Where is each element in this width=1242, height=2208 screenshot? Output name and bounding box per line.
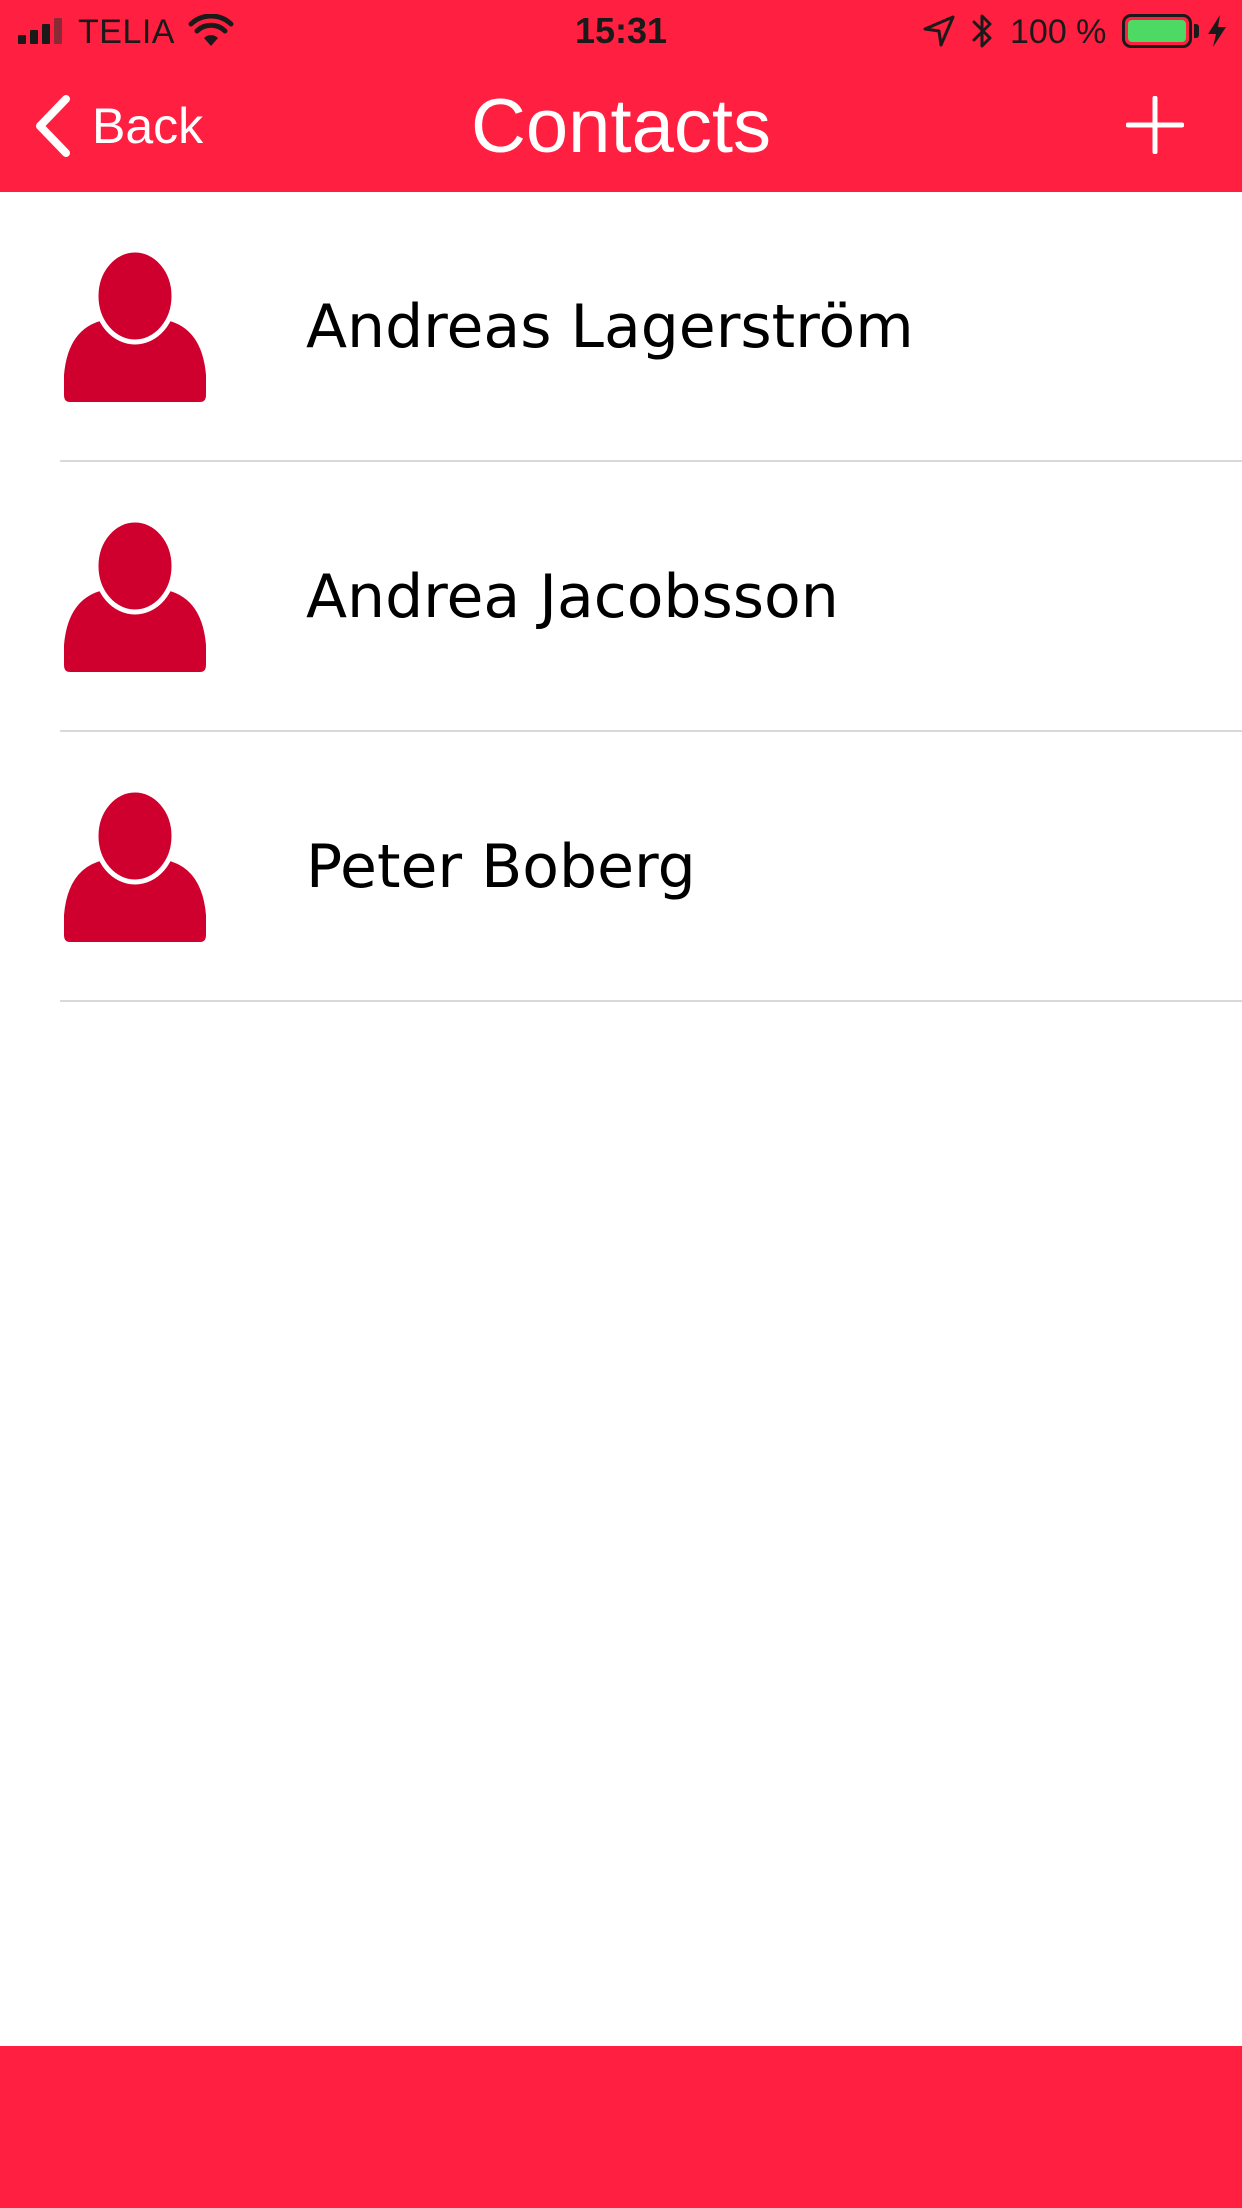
charging-bolt-icon	[1208, 15, 1226, 47]
battery-tip	[1194, 24, 1199, 38]
status-bar: TELIA 15:31 100 %	[0, 0, 1242, 60]
bluetooth-icon	[972, 14, 992, 48]
location-arrow-icon	[923, 15, 955, 47]
contact-name: Andreas Lagerström	[306, 292, 914, 362]
contact-row[interactable]: Andrea Jacobsson	[0, 462, 1242, 732]
person-icon	[64, 250, 206, 402]
battery-percent: 100 %	[1010, 13, 1107, 51]
plus-icon[interactable]	[1126, 96, 1184, 154]
battery-icon	[1122, 14, 1192, 48]
contact-row[interactable]: Peter Boberg	[0, 732, 1242, 1002]
contact-name: Peter Boberg	[306, 832, 696, 902]
person-icon	[64, 790, 206, 942]
app-header: TELIA 15:31 100 % Back Contacts	[0, 0, 1242, 192]
person-icon	[64, 520, 206, 672]
contact-name: Andrea Jacobsson	[306, 562, 839, 632]
contact-list: Andreas Lagerström Andrea Jacobsson Pete…	[0, 192, 1242, 1002]
bottom-bar	[0, 2046, 1242, 2208]
contact-row[interactable]: Andreas Lagerström	[0, 192, 1242, 462]
page-title: Contacts	[471, 84, 771, 169]
